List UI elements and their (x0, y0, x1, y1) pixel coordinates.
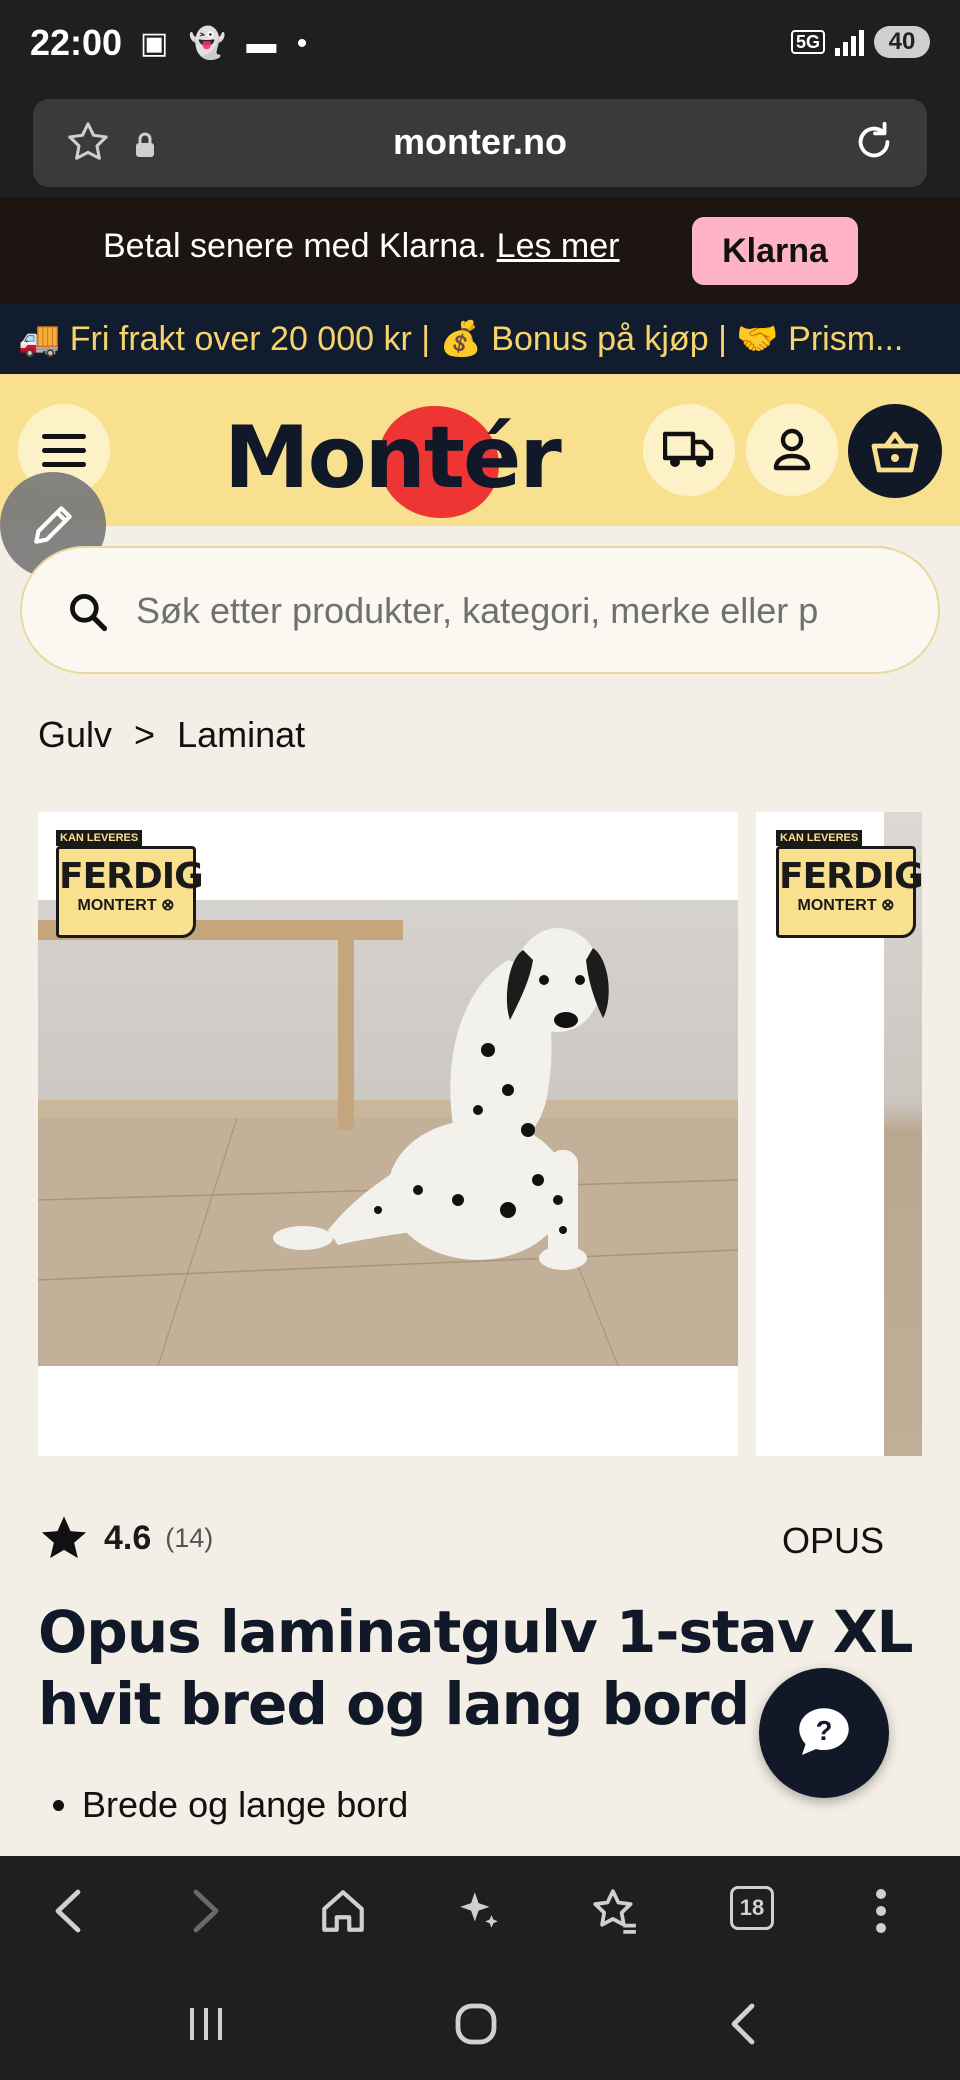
user-icon (773, 428, 811, 471)
more-menu-icon[interactable] (874, 1886, 888, 1936)
product-image-main[interactable]: KAN LEVERES FERDIG MONTERT ⊗ (38, 812, 738, 1456)
browser-toolbar: monter.no (0, 95, 960, 197)
rating-score: 4.6 (104, 1518, 152, 1557)
browser-bottom-bar: 18 (0, 1856, 960, 1968)
system-nav-bar (0, 1968, 960, 2080)
breadcrumb-item-gulv[interactable]: Gulv (38, 714, 112, 756)
badge-line2: MONTERT (797, 897, 877, 914)
cart-button[interactable] (848, 404, 942, 498)
product-brand[interactable]: OPUS (782, 1520, 884, 1562)
account-button[interactable] (746, 404, 838, 496)
klarna-logo: Klarna (692, 217, 858, 285)
usp-ticker: 🚚 Fri frakt over 20 000 kr | 💰 Bonus på … (0, 304, 960, 374)
logo-text: Montér (224, 408, 562, 508)
search-bar[interactable] (20, 546, 940, 674)
search-icon (70, 594, 108, 632)
basket-icon (871, 431, 919, 473)
search-input[interactable] (134, 578, 918, 644)
klarna-banner: Betal senere med Klarna. Les mer Klarna (0, 197, 960, 304)
url-text[interactable]: monter.no (33, 121, 927, 163)
review-count: (14) (165, 1522, 214, 1553)
status-time: 22:00 (30, 22, 123, 63)
badge-line1: FERDIG (779, 856, 922, 897)
klarna-read-more-link[interactable]: Les mer (497, 227, 620, 265)
network-type-icon: 5G (790, 30, 825, 54)
home-icon[interactable] (318, 1886, 368, 1936)
back-icon[interactable] (50, 1886, 84, 1936)
pencil-icon (34, 506, 72, 544)
recent-apps-icon[interactable] (186, 2004, 226, 2044)
ferdig-montert-badge: KAN LEVERES FERDIG MONTERT ⊗ (56, 830, 204, 942)
badge-top-text: KAN LEVERES (776, 830, 863, 846)
close-circle-icon: ⊗ (881, 897, 895, 914)
bookmarks-icon[interactable] (590, 1886, 640, 1936)
breadcrumb-separator: > (134, 714, 156, 755)
ferdig-montert-badge-2: KAN LEVERES FERDIG MONTERT ⊗ (776, 830, 922, 942)
chat-question-icon: ? (799, 1708, 849, 1755)
back-nav-icon[interactable] (728, 2002, 758, 2046)
close-circle-icon: ⊗ (161, 897, 175, 914)
site-header: Montér (0, 374, 960, 526)
badge-line2: MONTERT (77, 897, 157, 914)
reload-icon[interactable] (851, 119, 897, 165)
delivery-button[interactable] (643, 404, 735, 496)
dalmatian-illustration (38, 920, 738, 1366)
badge-line1: FERDIG (59, 856, 204, 897)
star-icon (41, 1516, 87, 1559)
status-bar: 22:00 ▣ 👻 ▬ • 5G 40 (0, 0, 960, 95)
svg-text:?: ? (816, 1715, 833, 1746)
truck-icon (663, 431, 714, 467)
site-logo[interactable]: Montér (224, 394, 562, 518)
battery-icon: 40 (874, 26, 930, 58)
breadcrumb: Gulv > Laminat (38, 714, 305, 756)
tabs-button[interactable]: 18 (730, 1886, 774, 1930)
forward-icon[interactable] (190, 1886, 224, 1936)
signal-icon (835, 28, 864, 56)
klarna-text: Betal senere med Klarna. (103, 227, 487, 265)
status-notification-icons: ▣ 👻 ▬ • (140, 27, 314, 60)
product-rating[interactable]: 4.6 (14) (38, 1512, 213, 1564)
help-chat-button[interactable]: ? (759, 1668, 889, 1798)
breadcrumb-item-laminat[interactable]: Laminat (177, 714, 305, 756)
home-nav-icon[interactable] (454, 2002, 498, 2046)
product-image-next[interactable]: KAN LEVERES FERDIG MONTERT ⊗ (756, 812, 922, 1456)
product-photo (38, 900, 738, 1366)
badge-top-text: KAN LEVERES (56, 830, 143, 846)
address-bar[interactable]: monter.no (33, 99, 927, 187)
sparkle-ai-icon[interactable] (454, 1886, 504, 1936)
